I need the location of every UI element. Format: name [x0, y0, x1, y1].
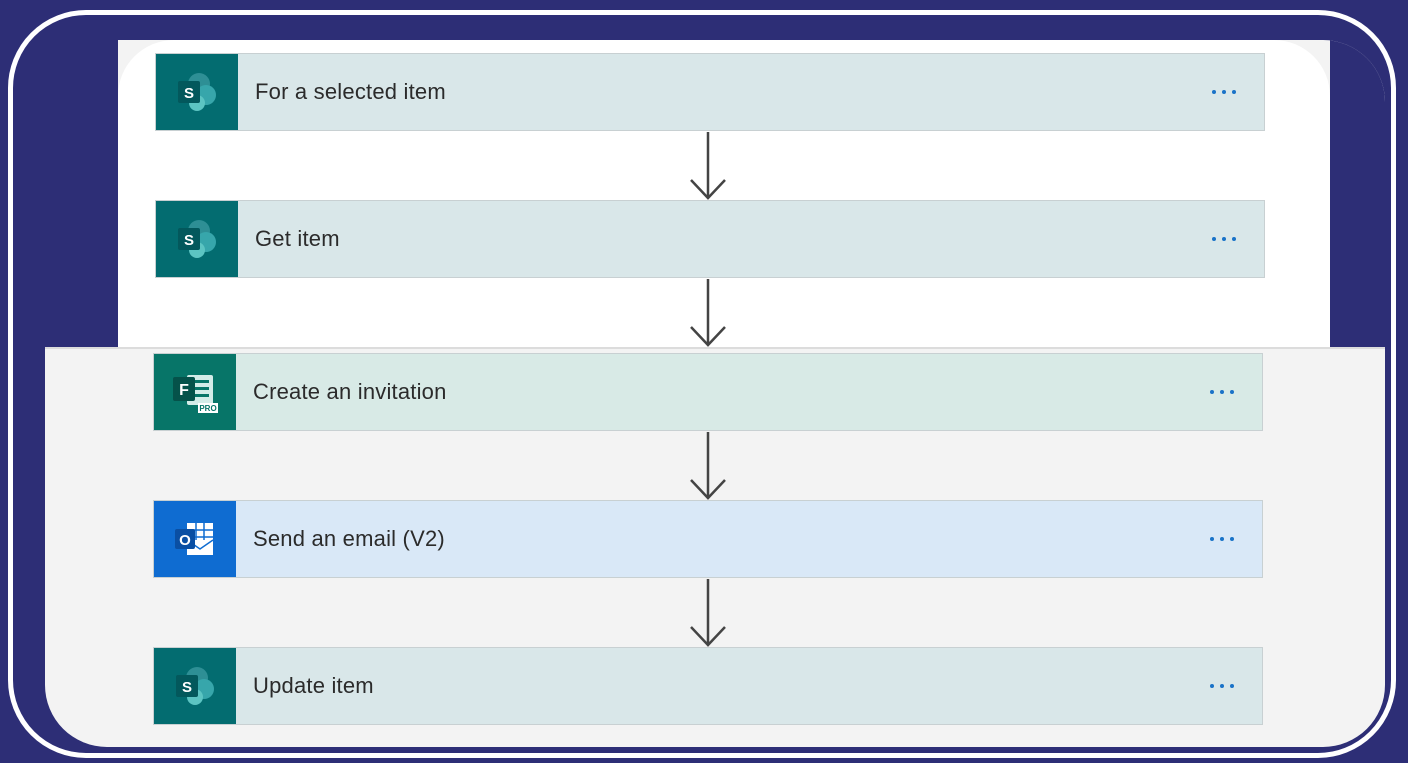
more-options-button[interactable] — [1182, 354, 1262, 430]
outlook-icon: O — [154, 501, 236, 577]
svg-text:S: S — [182, 679, 192, 696]
ellipsis-icon — [1210, 390, 1234, 394]
arrow-down-icon — [690, 579, 726, 647]
svg-text:S: S — [184, 232, 194, 249]
ellipsis-icon — [1212, 90, 1236, 94]
more-options-button[interactable] — [1184, 54, 1264, 130]
step-title: Get item — [255, 226, 340, 251]
more-options-button[interactable] — [1182, 648, 1262, 724]
step-card-create-an-invitation[interactable]: F PRO Create an invitation — [153, 353, 1263, 431]
step-card-update-item[interactable]: S Update item — [153, 647, 1263, 725]
pro-badge: PRO — [199, 404, 216, 413]
sharepoint-icon: S — [154, 648, 236, 724]
sharepoint-icon: S — [156, 54, 238, 130]
sharepoint-icon: S — [156, 201, 238, 277]
step-title: Update item — [253, 673, 374, 698]
ellipsis-icon — [1212, 237, 1236, 241]
flow-canvas: S For a selected item S Get item F PRO C… — [45, 40, 1385, 747]
forms-pro-icon: F PRO — [154, 354, 236, 430]
step-title: Create an invitation — [253, 379, 447, 404]
step-card-get-item[interactable]: S Get item — [155, 200, 1265, 278]
svg-text:S: S — [184, 85, 194, 102]
step-title: Send an email (V2) — [253, 526, 445, 551]
more-options-button[interactable] — [1182, 501, 1262, 577]
svg-text:O: O — [179, 532, 191, 549]
ellipsis-icon — [1210, 537, 1234, 541]
arrow-down-icon — [690, 279, 726, 347]
more-options-button[interactable] — [1184, 201, 1264, 277]
ellipsis-icon — [1210, 684, 1234, 688]
step-card-for-a-selected-item[interactable]: S For a selected item — [155, 53, 1265, 131]
arrow-down-icon — [690, 432, 726, 500]
step-title: For a selected item — [255, 79, 446, 104]
svg-text:F: F — [179, 382, 189, 399]
step-card-send-an-email[interactable]: O Send an email (V2) — [153, 500, 1263, 578]
arrow-down-icon — [690, 132, 726, 200]
